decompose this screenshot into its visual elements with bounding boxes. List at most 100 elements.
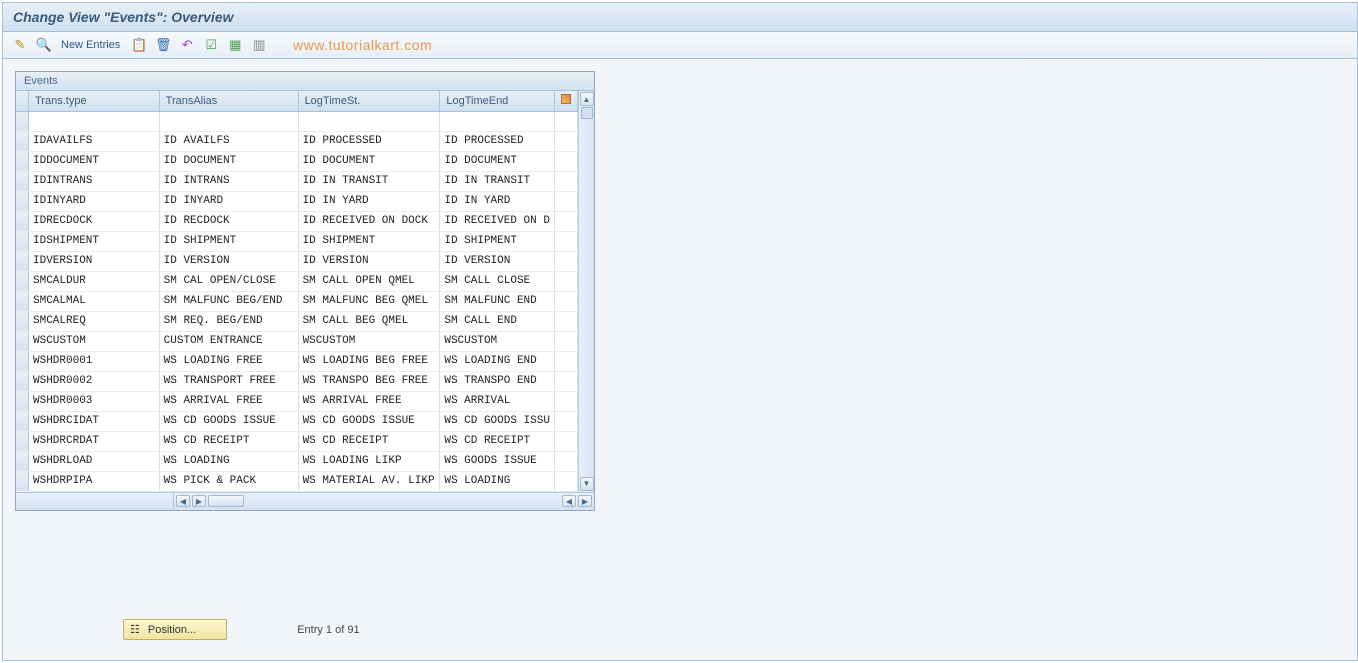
cell-trans-alias[interactable]: ID AVAILFS [159,131,298,151]
cell-log-time-end[interactable]: WS LOADING [440,471,555,491]
row-selector[interactable] [16,231,29,251]
col-configure[interactable] [554,91,577,111]
cell-trans-alias[interactable]: WS CD RECEIPT [159,431,298,451]
cell-log-time-end[interactable]: ID IN TRANSIT [440,171,555,191]
cell-trans-type[interactable]: IDDOCUMENT [29,151,160,171]
cell-log-time-st[interactable]: ID IN YARD [298,191,440,211]
table-row[interactable]: WSHDRCIDAT WS CD GOODS ISSUEWS CD GOODS I… [16,411,578,431]
col-trans-type[interactable]: Trans.type [29,91,160,111]
table-row[interactable]: IDSHIPMENTID SHIPMENTID SHIPMENTID SHIPM… [16,231,578,251]
row-selector[interactable] [16,211,29,231]
delete-icon[interactable]: 🗑 [154,36,172,54]
row-selector[interactable] [16,171,29,191]
cell-trans-type[interactable]: WSHDRCRDAT [29,431,160,451]
row-selector[interactable] [16,111,29,131]
cell-log-time-end[interactable]: ID SHIPMENT [440,231,555,251]
row-selector[interactable] [16,271,29,291]
hscroll-right-icon[interactable]: ▶ [192,495,206,507]
cell-log-time-end[interactable]: WS CD RECEIPT [440,431,555,451]
cell-trans-alias[interactable]: ID DOCUMENT [159,151,298,171]
cell-log-time-st[interactable]: SM MALFUNC BEG QMEL [298,291,440,311]
col-log-time-st[interactable]: LogTimeSt. [298,91,440,111]
hscroll-left-icon[interactable]: ◀ [176,495,190,507]
cell-log-time-end[interactable] [440,111,555,131]
cell-log-time-st[interactable]: ID DOCUMENT [298,151,440,171]
cell-trans-alias[interactable]: SM CAL OPEN/CLOSE [159,271,298,291]
table-row[interactable] [16,111,578,131]
table-row[interactable]: WSCUSTOMCUSTOM ENTRANCEWSCUSTOMWSCUSTOM [16,331,578,351]
cell-log-time-end[interactable]: SM MALFUNC END [440,291,555,311]
scroll-up-icon[interactable]: ▲ [580,92,594,106]
table-row[interactable]: IDINTRANSID INTRANSID IN TRANSITID IN TR… [16,171,578,191]
table-row[interactable]: WSHDR0001WS LOADING FREEWS LOADING BEG F… [16,351,578,371]
cell-log-time-st[interactable]: WS CD GOODS ISSUE [298,411,440,431]
table-row[interactable]: WSHDR0002WS TRANSPORT FREEWS TRANSPO BEG… [16,371,578,391]
cell-log-time-end[interactable]: ID RECEIVED ON D [440,211,555,231]
hscroll-thumb[interactable] [208,495,244,507]
cell-log-time-st[interactable]: WS ARRIVAL FREE [298,391,440,411]
cell-trans-type[interactable]: WSHDRLOAD [29,451,160,471]
cell-log-time-st[interactable]: ID IN TRANSIT [298,171,440,191]
cell-trans-alias[interactable] [159,111,298,131]
cell-trans-alias[interactable]: WS ARRIVAL FREE [159,391,298,411]
hscroll-left2-icon[interactable]: ◀ [562,495,576,507]
cell-trans-type[interactable]: SMCALMAL [29,291,160,311]
cell-log-time-end[interactable]: ID VERSION [440,251,555,271]
row-selector[interactable] [16,391,29,411]
cell-trans-type[interactable]: IDRECDOCK [29,211,160,231]
other-view-icon[interactable]: ✎ [11,36,29,54]
table-row[interactable]: SMCALREQSM REQ. BEG/ENDSM CALL BEG QMELS… [16,311,578,331]
table-row[interactable]: IDRECDOCKID RECDOCKID RECEIVED ON DOCKID… [16,211,578,231]
cell-trans-type[interactable]: WSHDR0002 [29,371,160,391]
cell-trans-type[interactable]: SMCALREQ [29,311,160,331]
cell-trans-alias[interactable]: WS PICK & PACK [159,471,298,491]
cell-trans-alias[interactable]: WS LOADING FREE [159,351,298,371]
cell-trans-alias[interactable]: ID INYARD [159,191,298,211]
table-row[interactable]: WSHDRPIPAWS PICK & PACKWS MATERIAL AV. L… [16,471,578,491]
cell-log-time-end[interactable]: WS LOADING END [440,351,555,371]
cell-log-time-st[interactable]: WS LOADING LIKP [298,451,440,471]
cell-log-time-st[interactable]: WSCUSTOM [298,331,440,351]
row-selector[interactable] [16,191,29,211]
cell-trans-type[interactable]: IDINTRANS [29,171,160,191]
cell-trans-type[interactable]: WSHDRCIDAT [29,411,160,431]
cell-trans-alias[interactable]: ID INTRANS [159,171,298,191]
table-row[interactable]: SMCALMALSM MALFUNC BEG/ENDSM MALFUNC BEG… [16,291,578,311]
cell-trans-type[interactable]: IDAVAILFS [29,131,160,151]
table-row[interactable]: IDVERSIONID VERSIONID VERSIONID VERSION [16,251,578,271]
cell-log-time-st[interactable]: ID RECEIVED ON DOCK [298,211,440,231]
cell-log-time-st[interactable] [298,111,440,131]
vertical-scrollbar[interactable]: ▲ ▼ [578,91,594,492]
cell-log-time-st[interactable]: SM CALL OPEN QMEL [298,271,440,291]
cell-log-time-end[interactable]: SM CALL END [440,311,555,331]
cell-log-time-end[interactable]: ID IN YARD [440,191,555,211]
table-row[interactable]: IDINYARDID INYARDID IN YARDID IN YARD [16,191,578,211]
cell-log-time-end[interactable]: WS CD GOODS ISSU [440,411,555,431]
row-selector[interactable] [16,291,29,311]
cell-log-time-end[interactable]: ID DOCUMENT [440,151,555,171]
cell-trans-alias[interactable]: CUSTOM ENTRANCE [159,331,298,351]
row-selector[interactable] [16,131,29,151]
cell-trans-alias[interactable]: ID RECDOCK [159,211,298,231]
find-icon[interactable]: 🔍 [35,36,53,54]
row-selector[interactable] [16,331,29,351]
row-selector[interactable] [16,371,29,391]
cell-log-time-end[interactable]: WSCUSTOM [440,331,555,351]
col-trans-alias[interactable]: TransAlias [159,91,298,111]
table-row[interactable]: IDAVAILFSID AVAILFSID PROCESSEDID PROCES… [16,131,578,151]
row-selector[interactable] [16,351,29,371]
table-row[interactable]: SMCALDURSM CAL OPEN/CLOSESM CALL OPEN QM… [16,271,578,291]
cell-log-time-end[interactable]: SM CALL CLOSE [440,271,555,291]
cell-log-time-st[interactable]: WS MATERIAL AV. LIKP [298,471,440,491]
row-selector[interactable] [16,251,29,271]
row-selector[interactable] [16,471,29,491]
cell-trans-alias[interactable]: WS LOADING [159,451,298,471]
row-selector[interactable] [16,411,29,431]
select-all-icon[interactable]: ☑ [202,36,220,54]
cell-log-time-end[interactable]: WS GOODS ISSUE [440,451,555,471]
cell-trans-alias[interactable]: SM REQ. BEG/END [159,311,298,331]
cell-trans-alias[interactable]: ID SHIPMENT [159,231,298,251]
table-row[interactable]: IDDOCUMENTID DOCUMENTID DOCUMENTID DOCUM… [16,151,578,171]
row-selector[interactable] [16,311,29,331]
cell-trans-type[interactable]: WSHDR0003 [29,391,160,411]
